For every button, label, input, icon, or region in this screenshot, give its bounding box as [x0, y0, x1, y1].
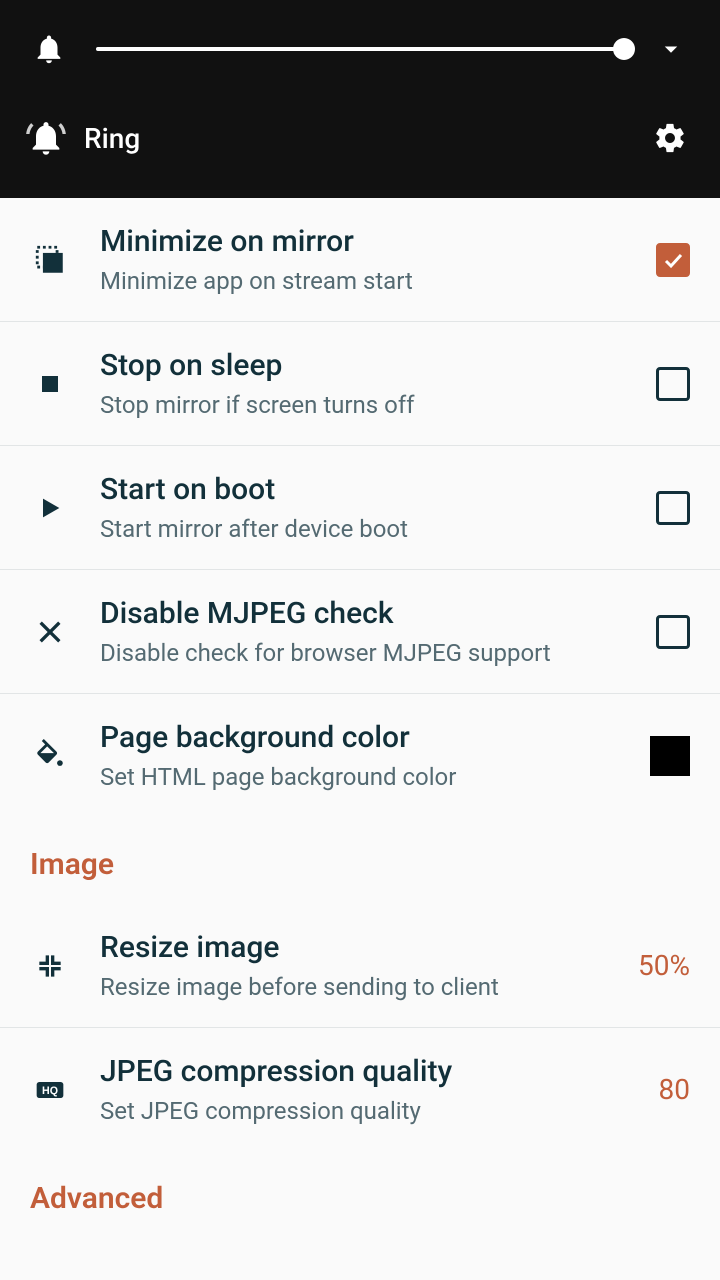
setting-title: Page background color [100, 720, 634, 755]
setting-disable-mjpeg-check[interactable]: Disable MJPEG check Disable check for br… [0, 570, 720, 694]
setting-subtitle: Set HTML page background color [100, 763, 634, 791]
section-header-advanced: Advanced [0, 1151, 720, 1216]
ring-icon [24, 116, 68, 160]
setting-subtitle: Set JPEG compression quality [100, 1097, 643, 1125]
setting-title: Minimize on mirror [100, 224, 640, 259]
setting-value: 80 [659, 1073, 690, 1106]
notification-volume-panel: Ring [0, 0, 720, 198]
setting-minimize-on-mirror[interactable]: Minimize on mirror Minimize app on strea… [0, 198, 720, 322]
hq-icon: HQ [30, 1070, 70, 1110]
checkbox[interactable] [656, 615, 690, 649]
minimize-icon [30, 240, 70, 280]
stop-icon [30, 364, 70, 404]
settings-icon[interactable] [650, 118, 690, 158]
setting-subtitle: Stop mirror if screen turns off [100, 391, 640, 419]
setting-title: Start on boot [100, 472, 640, 507]
ring-row: Ring [0, 88, 720, 198]
setting-subtitle: Minimize app on stream start [100, 267, 640, 295]
setting-resize-image[interactable]: Resize image Resize image before sending… [0, 904, 720, 1028]
setting-title: JPEG compression quality [100, 1054, 643, 1089]
setting-subtitle: Start mirror after device boot [100, 515, 640, 543]
setting-subtitle: Disable check for browser MJPEG support [100, 639, 640, 667]
setting-start-on-boot[interactable]: Start on boot Start mirror after device … [0, 446, 720, 570]
volume-slider[interactable] [96, 37, 624, 61]
setting-title: Resize image [100, 930, 622, 965]
checkbox[interactable] [656, 243, 690, 277]
checkbox[interactable] [656, 367, 690, 401]
ring-label: Ring [84, 122, 650, 155]
setting-stop-on-sleep[interactable]: Stop on sleep Stop mirror if screen turn… [0, 322, 720, 446]
setting-title: Stop on sleep [100, 348, 640, 383]
color-swatch[interactable] [650, 736, 690, 776]
setting-subtitle: Resize image before sending to client [100, 973, 622, 1001]
settings-list: Minimize on mirror Minimize app on strea… [0, 198, 720, 1216]
setting-title: Disable MJPEG check [100, 596, 640, 631]
svg-text:HQ: HQ [42, 1085, 58, 1097]
play-icon [30, 488, 70, 528]
bell-icon [30, 30, 68, 68]
expand-icon[interactable] [652, 34, 690, 64]
setting-page-background-color[interactable]: Page background color Set HTML page back… [0, 694, 720, 817]
setting-jpeg-quality[interactable]: HQ JPEG compression quality Set JPEG com… [0, 1028, 720, 1151]
compress-icon [30, 946, 70, 986]
setting-value: 50% [638, 949, 690, 982]
cross-icon [30, 612, 70, 652]
volume-row [0, 0, 720, 88]
section-header-image: Image [0, 817, 720, 904]
paint-icon [30, 736, 70, 776]
checkbox[interactable] [656, 491, 690, 525]
